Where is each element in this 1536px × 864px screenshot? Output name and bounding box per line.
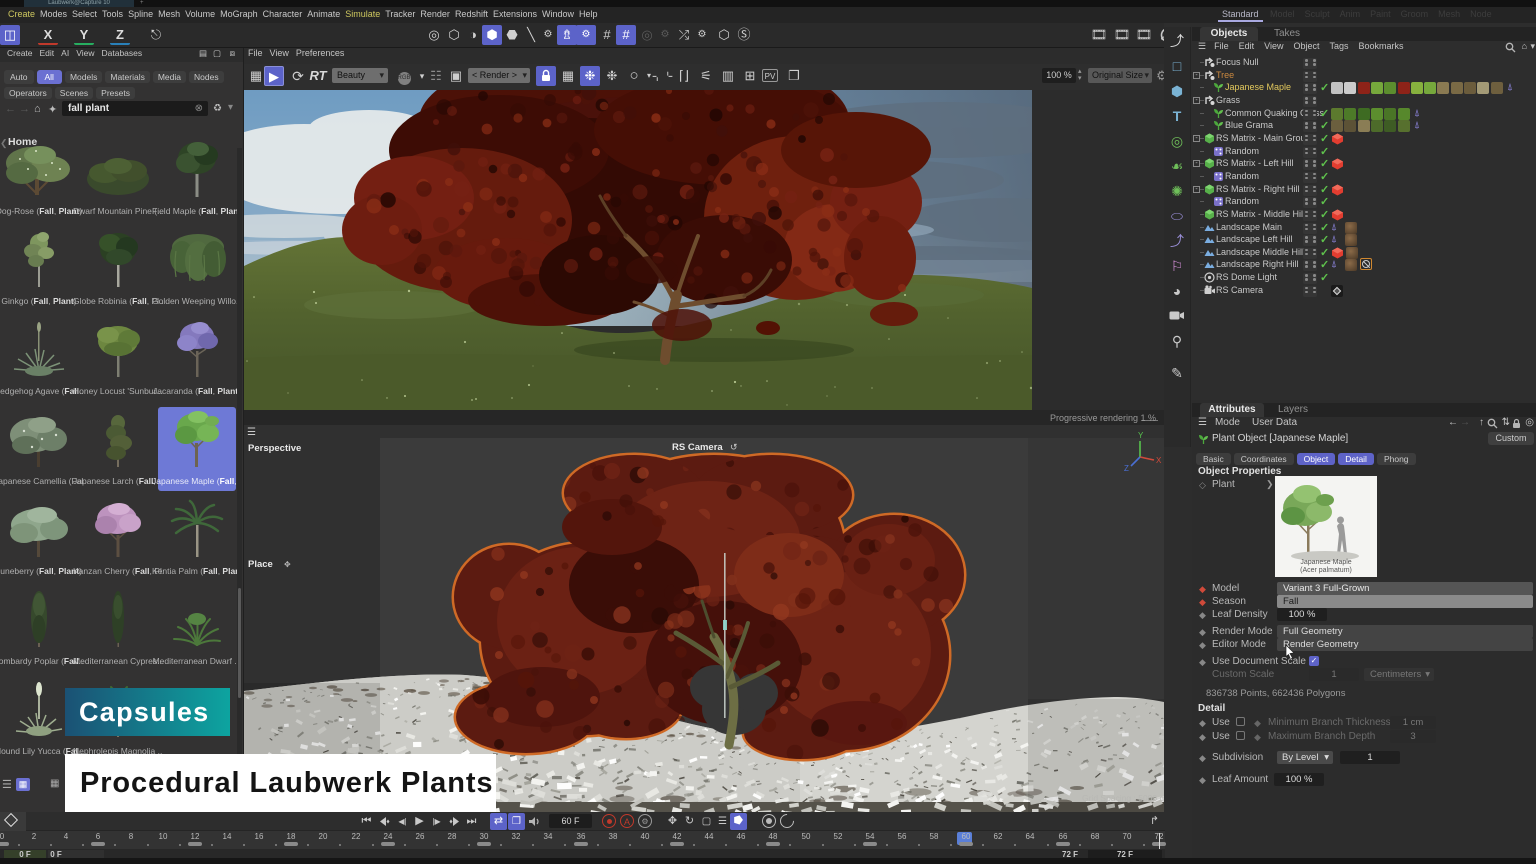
svg-text:(Acer palmatum): (Acer palmatum) (1300, 567, 1352, 574)
svg-text:X: X (1156, 456, 1162, 465)
svg-text:☰: ☰ (247, 427, 256, 438)
svg-text:Place: Place (248, 559, 273, 570)
svg-text:Z: Z (1124, 464, 1129, 473)
svg-text:Japanese Maple: Japanese Maple (1300, 559, 1351, 566)
svg-text:RS Camera: RS Camera (672, 442, 723, 453)
svg-text:↺: ↺ (730, 442, 738, 452)
svg-text:Perspective: Perspective (248, 443, 301, 454)
svg-text:✥: ✥ (284, 560, 291, 569)
svg-text:Y: Y (1138, 431, 1144, 440)
svg-text:Grid Spacing : 5000 cm: Grid Spacing : 5000 cm (1082, 793, 1164, 803)
